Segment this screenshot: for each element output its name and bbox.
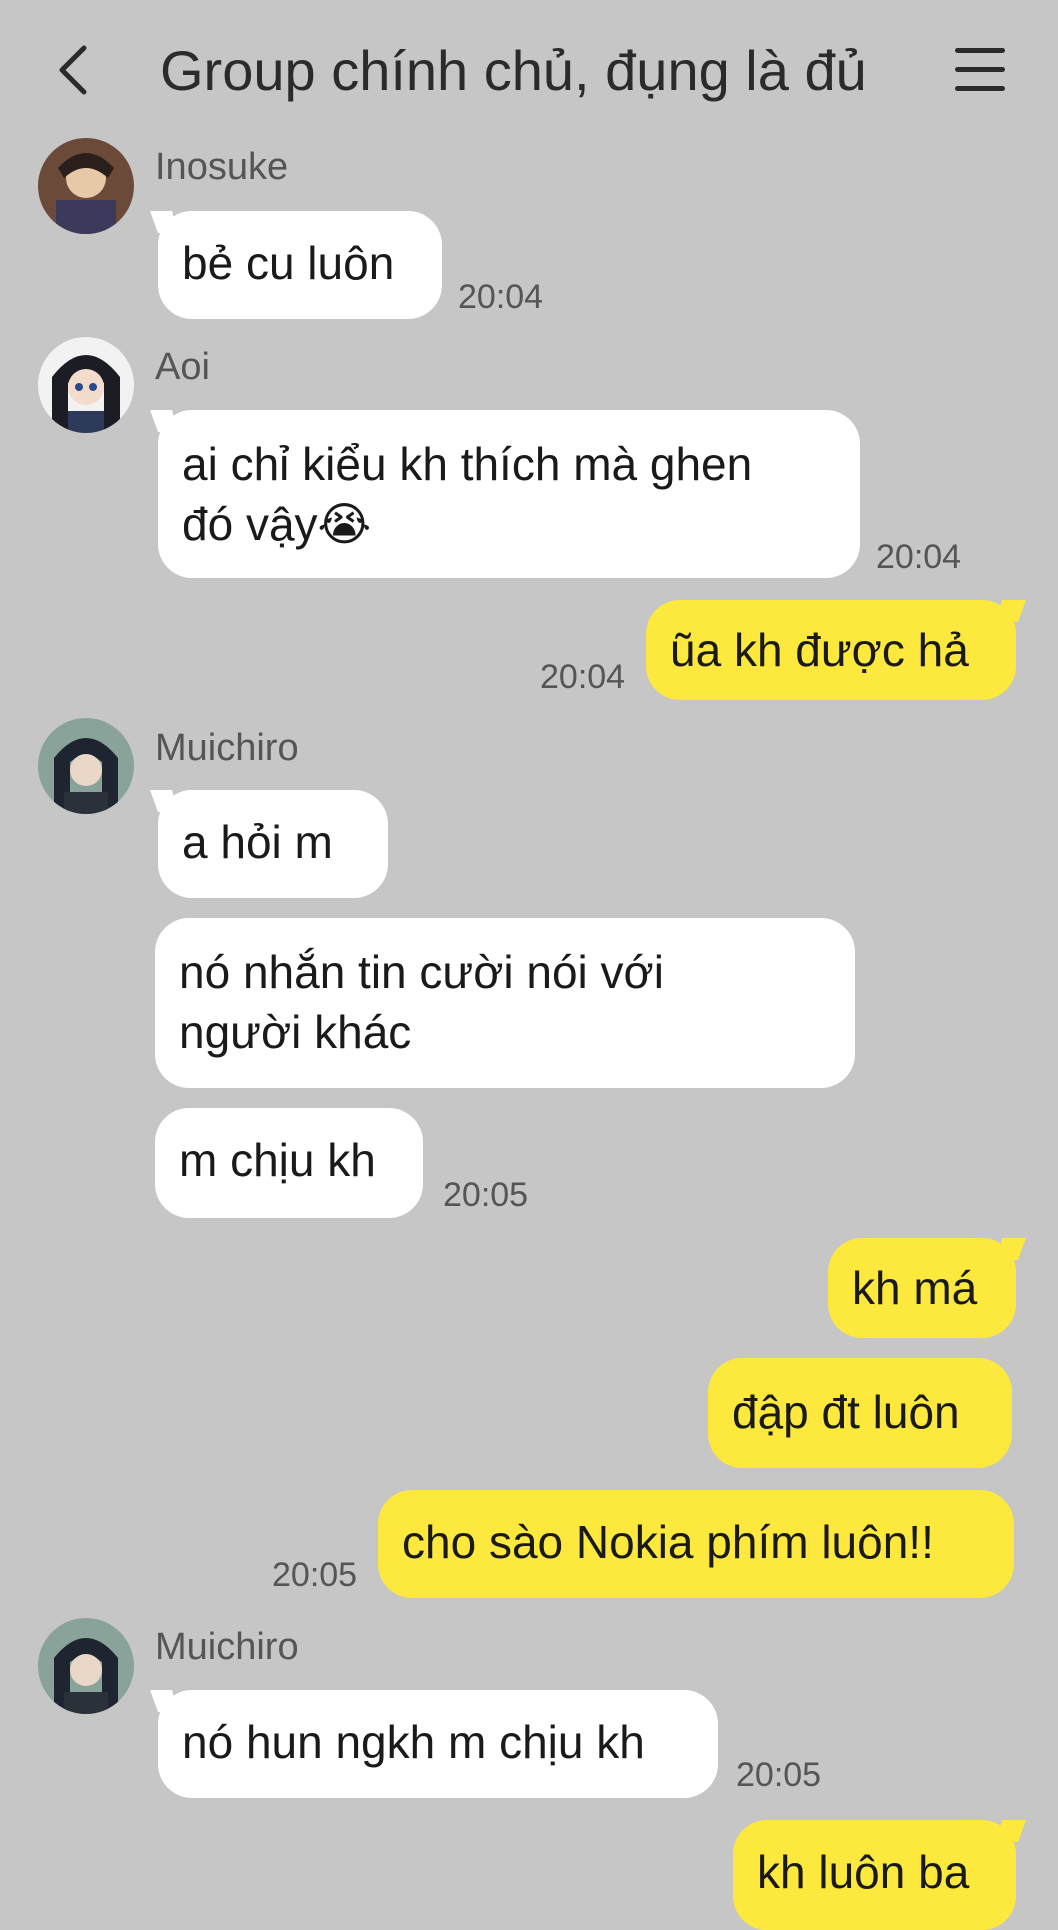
message-bubble[interactable]: bẻ cu luôn [158,211,442,319]
message-bubble[interactable]: kh luôn ba [733,1820,1016,1930]
message-bubble[interactable]: ai chỉ kiểu kh thích mà ghen đó vậy😭 [158,410,860,578]
avatar-inosuke[interactable] [38,138,134,234]
sender-name: Muichiro [155,1626,299,1668]
message-bubble[interactable]: ũa kh được hả [646,600,1016,700]
chat-header: Group chính chủ, đụng là đủ [0,0,1058,140]
hamburger-menu-icon [955,48,1005,53]
message-bubble[interactable]: m chịu kh [155,1108,423,1218]
sender-name: Inosuke [155,146,289,188]
message-bubble[interactable]: nó nhắn tin cười nói với người khác [155,918,855,1088]
back-chevron-icon [59,45,87,95]
chat-title: Group chính chủ, đụng là đủ [160,39,867,102]
message-bubble[interactable]: kh má [828,1238,1016,1338]
message-time: 20:05 [443,1176,529,1214]
message-bubble[interactable]: nó hun ngkh m chịu kh [158,1690,718,1798]
avatar-aoi[interactable] [38,337,134,433]
message-time: 20:04 [540,658,626,696]
avatar-muichiro[interactable] [38,1618,134,1714]
message-bubble[interactable]: đập đt luôn [708,1358,1012,1468]
menu-button[interactable] [955,48,1005,92]
message-time: 20:04 [876,538,962,576]
message-time: 20:04 [458,278,544,316]
back-button[interactable] [50,40,100,100]
message-bubble[interactable]: cho sào Nokia phím luôn!! [378,1490,1014,1598]
message-time: 20:05 [272,1556,358,1594]
avatar-muichiro[interactable] [38,718,134,814]
message-bubble[interactable]: a hỏi m [158,790,388,898]
sender-name: Aoi [155,346,210,388]
sender-name: Muichiro [155,727,299,769]
message-time: 20:05 [736,1756,822,1794]
